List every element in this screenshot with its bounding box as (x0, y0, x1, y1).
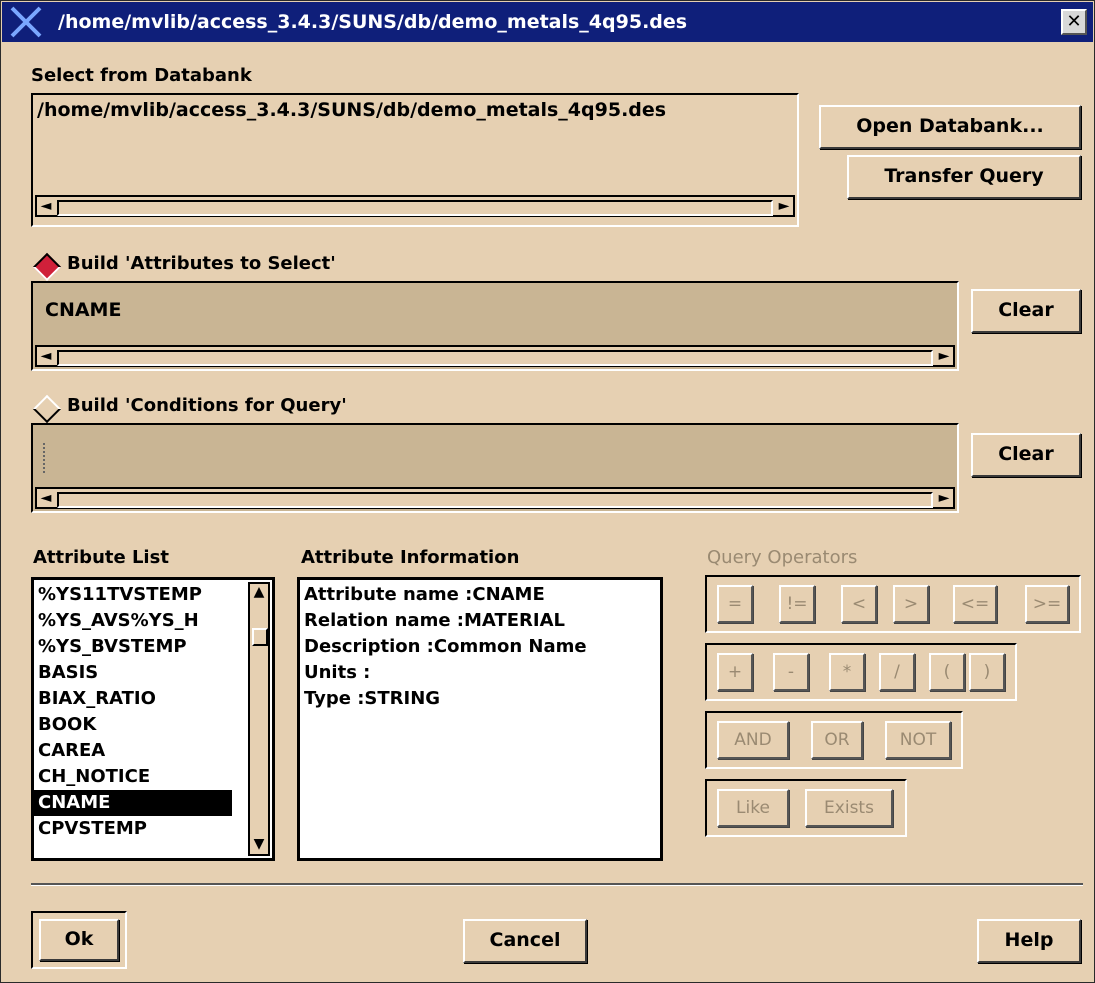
attribute-list-item[interactable]: BOOK (34, 712, 232, 738)
x-logo-icon (10, 6, 42, 38)
op-greater-than-button[interactable]: > (893, 585, 929, 623)
op-like-button[interactable]: Like (717, 789, 789, 827)
scroll-left-icon[interactable]: ◄ (37, 347, 55, 365)
op-less-than-button[interactable]: < (841, 585, 877, 623)
attribute-list[interactable]: %YS11TVSTEMP %YS_AVS%YS_H %YS_BVSTEMP BASIS… (31, 577, 275, 861)
op-greater-equal-button[interactable]: >= (1025, 585, 1069, 623)
attribute-list-item[interactable]: BASIS (34, 660, 232, 686)
op-and-button[interactable]: AND (717, 721, 789, 759)
op-multiply-button[interactable]: * (829, 653, 865, 691)
open-databank-button[interactable]: Open Databank... (819, 105, 1081, 149)
operator-group-special: Like Exists (705, 779, 907, 837)
ok-default-ring: Ok (31, 911, 127, 969)
operator-group-logical: AND OR NOT (705, 711, 963, 769)
attribute-info-line: Type :STRING (304, 688, 441, 709)
conditions-hscroll[interactable]: ◄ ► (35, 487, 955, 509)
op-divide-button[interactable]: / (879, 653, 915, 691)
query-builder-dialog: /home/mvlib/access_3.4.3/SUNS/db/demo_me… (0, 0, 1095, 983)
attribute-list-item[interactable]: %YS11TVSTEMP (34, 582, 232, 608)
op-open-paren-button[interactable]: ( (929, 653, 965, 691)
query-operators-label: Query Operators (707, 547, 858, 568)
attribute-info-line: Description :Common Name (304, 636, 587, 657)
conditions-field[interactable] (43, 443, 49, 473)
clear-attributes-button[interactable]: Clear (971, 289, 1081, 333)
attribute-list-item[interactable]: BIAX_RATIO (34, 686, 232, 712)
scroll-down-icon[interactable]: ▼ (250, 836, 268, 854)
scroll-right-icon[interactable]: ► (775, 197, 793, 215)
scroll-right-icon[interactable]: ► (935, 347, 953, 365)
attributes-radio-on-icon[interactable] (32, 252, 62, 282)
conditions-radio-off-icon[interactable] (32, 394, 62, 424)
transfer-query-button[interactable]: Transfer Query (847, 155, 1081, 199)
conditions-box[interactable]: ◄ ► (31, 423, 959, 513)
attribute-list-item[interactable]: %YS_BVSTEMP (34, 634, 232, 660)
op-or-button[interactable]: OR (811, 721, 863, 759)
op-less-equal-button[interactable]: <= (953, 585, 997, 623)
op-minus-button[interactable]: - (773, 653, 809, 691)
attribute-list-item[interactable]: CNAME (34, 790, 232, 816)
scroll-up-icon[interactable]: ▲ (250, 584, 268, 602)
attribute-list-item[interactable]: CPVSTEMP (34, 816, 232, 842)
op-not-button[interactable]: NOT (885, 721, 951, 759)
cancel-button[interactable]: Cancel (463, 919, 587, 963)
operator-group-arithmetic: + - * / ( ) (705, 643, 1017, 701)
attributes-select-box[interactable]: CNAME ◄ ► (31, 281, 959, 371)
scroll-left-icon[interactable]: ◄ (37, 489, 55, 507)
databank-hscroll[interactable]: ◄ ► (35, 195, 795, 217)
databank-label: Select from Databank (31, 65, 252, 86)
operator-group-comparison: = != < > <= >= (705, 575, 1081, 633)
op-equals-button[interactable]: = (717, 585, 753, 623)
scroll-right-icon[interactable]: ► (935, 489, 953, 507)
attribute-list-item[interactable]: CH_NOTICE (34, 764, 232, 790)
op-plus-button[interactable]: + (717, 653, 753, 691)
databank-path[interactable]: /home/mvlib/access_3.4.3/SUNS/db/demo_me… (37, 99, 666, 121)
window-title: /home/mvlib/access_3.4.3/SUNS/db/demo_me… (58, 11, 688, 33)
clear-conditions-button[interactable]: Clear (971, 433, 1081, 477)
op-not-equals-button[interactable]: != (779, 585, 815, 623)
attributes-select-field[interactable]: CNAME (45, 299, 121, 321)
op-exists-button[interactable]: Exists (805, 789, 893, 827)
scroll-thumb[interactable] (252, 628, 268, 646)
attribute-info-box: Attribute name :CNAME Relation name :MAT… (297, 577, 663, 861)
close-icon[interactable]: ✕ (1061, 9, 1087, 35)
attributes-hscroll[interactable]: ◄ ► (35, 345, 955, 367)
attribute-list-item[interactable]: %YS_AVS%YS_H (34, 608, 232, 634)
attribute-info-line: Units : (304, 662, 371, 683)
attribute-info-line: Relation name :MATERIAL (304, 610, 565, 631)
attribute-info-label: Attribute Information (301, 547, 520, 568)
attribute-info-line: Attribute name :CNAME (304, 584, 545, 605)
databank-list[interactable]: /home/mvlib/access_3.4.3/SUNS/db/demo_me… (31, 93, 799, 227)
ok-button[interactable]: Ok (39, 919, 119, 961)
title-bar[interactable]: /home/mvlib/access_3.4.3/SUNS/db/demo_me… (2, 2, 1093, 42)
attributes-select-label: Build 'Attributes to Select' (67, 253, 336, 274)
attribute-list-label: Attribute List (33, 547, 169, 568)
conditions-label: Build 'Conditions for Query' (67, 395, 347, 416)
op-close-paren-button[interactable]: ) (969, 653, 1005, 691)
attribute-list-item[interactable]: CAREA (34, 738, 232, 764)
help-button[interactable]: Help (977, 919, 1081, 963)
scroll-left-icon[interactable]: ◄ (37, 197, 55, 215)
attribute-list-vscroll[interactable]: ▲ ▼ (248, 582, 270, 856)
footer-separator (31, 883, 1083, 886)
